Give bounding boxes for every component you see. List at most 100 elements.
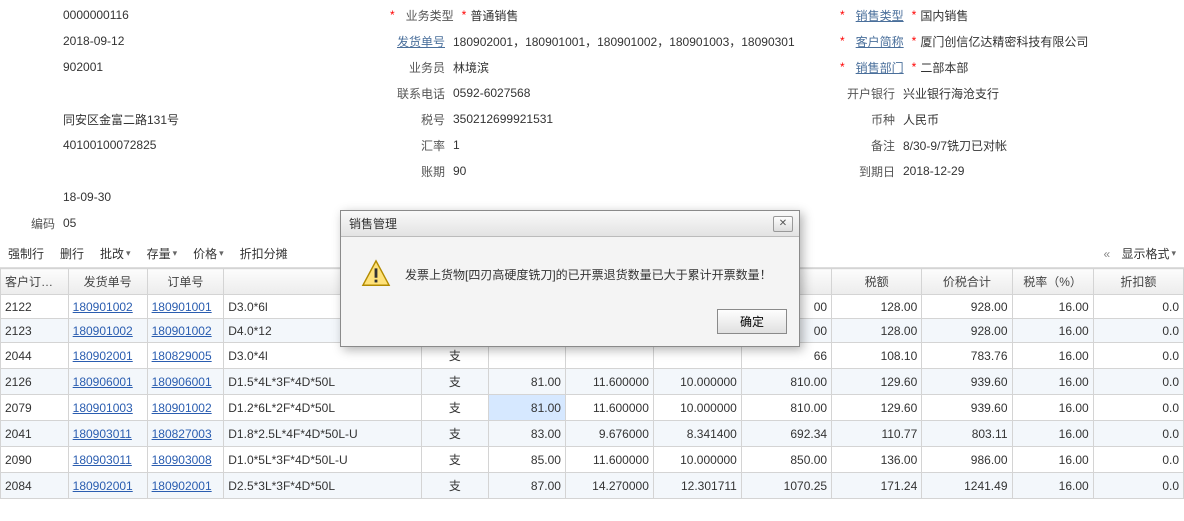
link[interactable]: 180827003 (152, 427, 212, 441)
cell[interactable]: 180901002 (68, 295, 147, 319)
cell[interactable]: 2123 (1, 319, 69, 343)
cell[interactable]: 16.00 (1012, 447, 1093, 473)
cell[interactable]: 9.676000 (565, 421, 653, 447)
toolbar-btn[interactable]: 删行 (52, 242, 92, 265)
cell[interactable]: 11.600000 (565, 395, 653, 421)
cell[interactable]: 支 (421, 369, 489, 395)
cell[interactable]: 支 (421, 447, 489, 473)
cell[interactable]: 支 (421, 421, 489, 447)
cell[interactable]: D2.5*3L*3F*4D*50L (224, 473, 421, 499)
link[interactable]: 180901002 (73, 300, 133, 314)
close-icon[interactable]: ✕ (773, 216, 793, 232)
cell[interactable]: 83.00 (489, 421, 566, 447)
link[interactable]: 180906001 (152, 375, 212, 389)
cell[interactable]: 928.00 (922, 319, 1012, 343)
cell[interactable]: 支 (421, 473, 489, 499)
cell[interactable]: 8.341400 (653, 421, 741, 447)
cell[interactable]: 928.00 (922, 295, 1012, 319)
cell[interactable]: 180906001 (68, 369, 147, 395)
cell[interactable]: 2041 (1, 421, 69, 447)
link[interactable]: 180902001 (152, 479, 212, 493)
cell[interactable]: 136.00 (832, 447, 922, 473)
cell[interactable]: 16.00 (1012, 395, 1093, 421)
cell[interactable]: 128.00 (832, 319, 922, 343)
field-label[interactable]: 客户简称 (849, 33, 904, 50)
cell[interactable]: 128.00 (832, 295, 922, 319)
cell[interactable]: 16.00 (1012, 421, 1093, 447)
table-row[interactable]: 2090 180903011 180903008 D1.0*5L*3F*4D*50L-… (1, 447, 1184, 473)
table-row[interactable]: 2079180901003180901002D1.2*6L*2F*4D*50L支… (1, 395, 1184, 421)
table-row[interactable]: 2084180902001180902001D2.5*3L*3F*4D*50L支… (1, 473, 1184, 499)
ok-button[interactable]: 确定 (717, 309, 787, 334)
cell[interactable]: 16.00 (1012, 369, 1093, 395)
field-label[interactable]: 销售类型 (849, 7, 904, 24)
cell[interactable]: 180902001 (68, 343, 147, 369)
cell[interactable]: 12.301711 (653, 473, 741, 499)
column-header[interactable]: 税率（%） (1012, 269, 1093, 295)
table-row[interactable]: 2126180906001180906001D1.5*4L*3F*4D*50L支… (1, 369, 1184, 395)
link[interactable]: 180902001 (73, 349, 133, 363)
cell[interactable]: 0.0 (1093, 395, 1183, 421)
column-header[interactable]: 税额 (832, 269, 922, 295)
cell[interactable]: 180901002 (147, 319, 224, 343)
cell[interactable]: 81.00 (489, 395, 566, 421)
cell[interactable]: 0.0 (1093, 369, 1183, 395)
cell[interactable]: 0.0 (1093, 447, 1183, 473)
cell[interactable]: 180903011 (68, 447, 147, 473)
cell[interactable]: 0.0 (1093, 473, 1183, 499)
toolbar-btn[interactable]: 强制行 (0, 242, 52, 265)
cell[interactable]: 1070.25 (741, 473, 831, 499)
cell[interactable]: 2079 (1, 395, 69, 421)
cell[interactable]: 986.00 (922, 447, 1012, 473)
display-format-button[interactable]: 显示格式▾ (1113, 242, 1184, 265)
link[interactable]: 180901003 (73, 401, 133, 415)
link[interactable]: 180829005 (152, 349, 212, 363)
cell[interactable]: 16.00 (1012, 473, 1093, 499)
link[interactable]: 180901002 (152, 324, 212, 338)
cell[interactable]: 803.11 (922, 421, 1012, 447)
cell[interactable]: 2090 (1, 447, 69, 473)
cell[interactable]: 180902001 (68, 473, 147, 499)
link[interactable]: 180903008 (152, 453, 212, 467)
cell[interactable]: 129.60 (832, 395, 922, 421)
cell[interactable]: 0.0 (1093, 295, 1183, 319)
table-row[interactable]: 2041180903011180827003D1.8*2.5L*4F*4D*50… (1, 421, 1184, 447)
column-header[interactable]: 发货单号 (68, 269, 147, 295)
column-header[interactable]: 折扣额 (1093, 269, 1183, 295)
cell[interactable]: 180827003 (147, 421, 224, 447)
cell[interactable]: 支 (421, 395, 489, 421)
cell[interactable]: 108.10 (832, 343, 922, 369)
cell[interactable]: 171.24 (832, 473, 922, 499)
cell[interactable]: 16.00 (1012, 343, 1093, 369)
cell[interactable]: 810.00 (741, 395, 831, 421)
toolbar-btn[interactable]: 批改▾ (92, 242, 139, 265)
cell[interactable]: 180901002 (147, 395, 224, 421)
toolbar-btn[interactable]: 存量▾ (139, 242, 186, 265)
cell[interactable]: 81.00 (489, 369, 566, 395)
link[interactable]: 180901001 (152, 300, 212, 314)
toolbar-btn[interactable]: 折扣分摊 (232, 242, 296, 265)
cell[interactable]: 939.60 (922, 369, 1012, 395)
cell[interactable]: 0.0 (1093, 319, 1183, 343)
link[interactable]: 180901002 (152, 401, 212, 415)
cell[interactable]: 2044 (1, 343, 69, 369)
link[interactable]: 180906001 (73, 375, 133, 389)
cell[interactable]: 2122 (1, 295, 69, 319)
column-header[interactable]: 订单号 (147, 269, 224, 295)
cell[interactable]: 1241.49 (922, 473, 1012, 499)
cell[interactable]: 16.00 (1012, 319, 1093, 343)
cell[interactable]: 180901001 (147, 295, 224, 319)
cell[interactable]: 11.600000 (565, 447, 653, 473)
cell[interactable]: 85.00 (489, 447, 566, 473)
cell[interactable]: 180901002 (68, 319, 147, 343)
cell[interactable]: 10.000000 (653, 369, 741, 395)
link[interactable]: 180903011 (73, 453, 132, 467)
cell[interactable]: D1.0*5L*3F*4D*50L-U (224, 447, 421, 473)
cell[interactable]: 692.34 (741, 421, 831, 447)
field-label[interactable]: 销售部门 (849, 59, 904, 76)
field-label[interactable]: 发货单号 (390, 33, 445, 50)
link[interactable]: 180901002 (73, 324, 133, 338)
cell[interactable]: 10.000000 (653, 447, 741, 473)
cell[interactable]: D1.8*2.5L*4F*4D*50L-U (224, 421, 421, 447)
toolbar-btn[interactable]: 价格▾ (185, 242, 232, 265)
